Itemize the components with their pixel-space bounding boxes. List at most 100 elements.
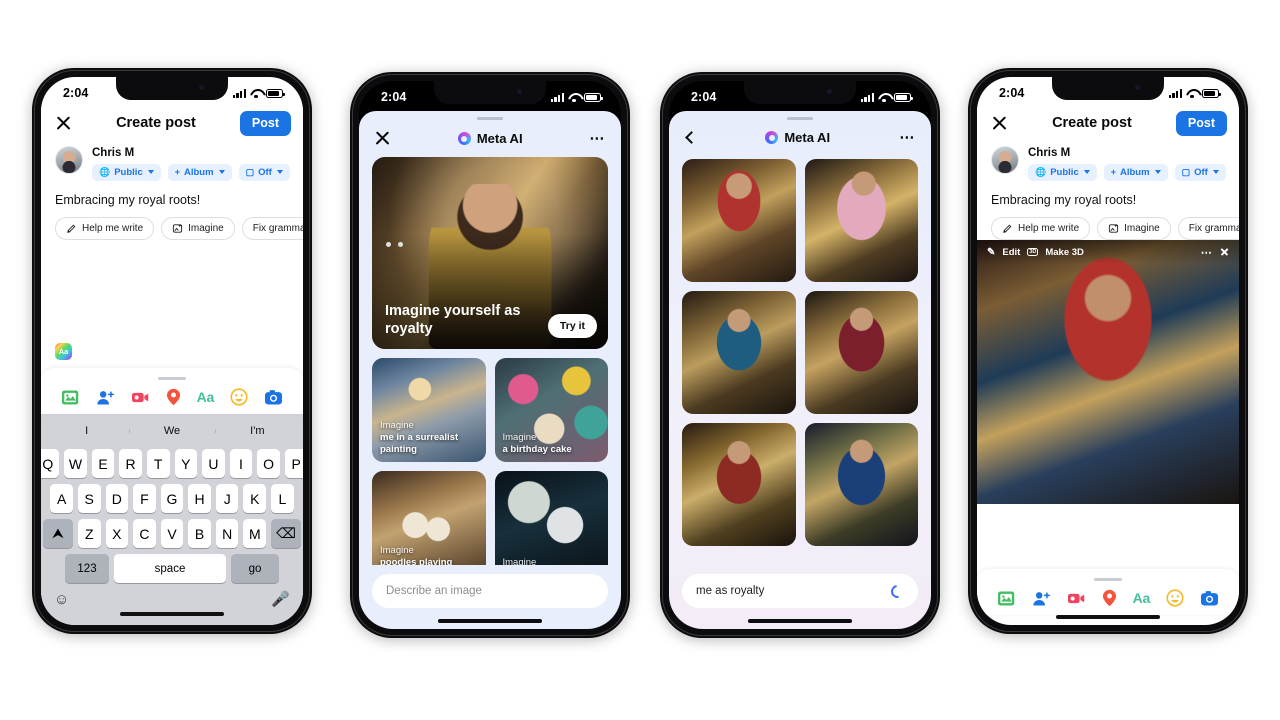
attached-image[interactable]: ✎ Edit 3D Make 3D ⋯ xyxy=(977,240,1239,504)
key-g[interactable]: G xyxy=(160,484,184,513)
camera-icon[interactable] xyxy=(1200,590,1219,607)
space-key[interactable]: space xyxy=(114,554,226,583)
key-o[interactable]: O xyxy=(257,449,280,478)
key-a[interactable]: A xyxy=(50,484,73,513)
ai-chip-imagine[interactable]: Imagine xyxy=(161,217,235,240)
ai-chip-fix-grammar[interactable]: Fix grammar xyxy=(241,217,303,240)
audience-chip-album[interactable]: + Album xyxy=(1103,163,1168,181)
more-options-icon[interactable]: ⋯ xyxy=(1201,246,1213,259)
tag-people-icon[interactable] xyxy=(1032,590,1051,607)
sheet-grabber[interactable] xyxy=(477,117,503,121)
audience-chip-public[interactable]: 🌐 Public xyxy=(1028,163,1097,181)
ai-chip-help-me-write[interactable]: Help me write xyxy=(55,217,155,240)
ai-chip-imagine[interactable]: Imagine xyxy=(1097,217,1171,240)
key-x[interactable]: X xyxy=(105,519,129,548)
back-chevron-icon[interactable] xyxy=(685,131,698,145)
ai-chip-help-me-write[interactable]: Help me write xyxy=(991,217,1091,240)
key-e[interactable]: E xyxy=(91,449,115,478)
suggestion-2[interactable]: I'm xyxy=(214,425,300,437)
emoji-icon[interactable] xyxy=(1166,589,1184,607)
key-h[interactable]: H xyxy=(188,484,211,513)
compose-body[interactable]: Aa xyxy=(41,240,303,368)
key-z[interactable]: Z xyxy=(77,519,101,548)
key-i[interactable]: I xyxy=(229,449,253,478)
try-it-button[interactable]: Try it xyxy=(547,314,597,339)
close-icon[interactable] xyxy=(374,130,391,147)
sheet-grabber[interactable] xyxy=(158,376,186,380)
tag-people-icon[interactable] xyxy=(96,389,115,406)
audience-chip-album[interactable]: + Album xyxy=(167,163,232,181)
key-k[interactable]: K xyxy=(243,484,267,513)
result-image-5[interactable] xyxy=(682,423,796,547)
result-image-4[interactable] xyxy=(804,291,918,415)
shift-icon[interactable]: ⮝ xyxy=(42,519,73,548)
3d-badge-icon[interactable]: 3D xyxy=(1027,248,1039,256)
ai-chip-fix-grammar[interactable]: Fix grammar xyxy=(1177,217,1239,240)
hero-card[interactable]: Imagine yourself as royalty Try it xyxy=(372,157,608,350)
text-style-icon[interactable]: Aa xyxy=(197,389,215,405)
video-camera-icon[interactable] xyxy=(1067,590,1086,607)
result-image-3[interactable] xyxy=(682,291,796,415)
more-options-icon[interactable]: ⋯ xyxy=(899,130,916,145)
key-d[interactable]: D xyxy=(105,484,129,513)
make-3d-label[interactable]: Make 3D xyxy=(1045,247,1084,258)
audience-chip-instagram[interactable]: ▢ Off xyxy=(238,163,290,181)
key-n[interactable]: N xyxy=(215,519,239,548)
compose-body[interactable] xyxy=(977,504,1239,569)
close-icon[interactable] xyxy=(991,115,1008,132)
photo-icon[interactable] xyxy=(997,590,1016,607)
result-image-2[interactable] xyxy=(804,159,918,283)
key-m[interactable]: M xyxy=(243,519,267,548)
suggestion-1[interactable]: We xyxy=(129,425,214,437)
text-style-icon[interactable]: Aa xyxy=(1133,590,1151,606)
pencil-icon[interactable]: ✎ xyxy=(987,247,995,258)
key-t[interactable]: T xyxy=(146,449,170,478)
more-options-icon[interactable]: ⋯ xyxy=(589,131,606,146)
emoji-key-icon[interactable]: ☺ xyxy=(54,591,69,608)
avatar[interactable] xyxy=(991,145,1019,174)
video-camera-icon[interactable] xyxy=(131,389,150,406)
post-text[interactable]: Embracing my royal roots! xyxy=(41,181,303,207)
key-b[interactable]: B xyxy=(188,519,211,548)
backspace-icon[interactable]: ⌫ xyxy=(271,519,302,548)
suggestion-card-astronaut[interactable]: Imagine xyxy=(494,471,608,565)
go-key[interactable]: go xyxy=(231,554,279,583)
prompt-input[interactable]: me as royalty xyxy=(682,574,918,608)
result-image-1[interactable] xyxy=(682,159,796,283)
sheet-grabber[interactable] xyxy=(1094,577,1122,581)
text-style-badge-icon[interactable]: Aa xyxy=(55,342,72,360)
edit-label[interactable]: Edit xyxy=(1002,247,1020,258)
numbers-key[interactable]: 123 xyxy=(65,554,109,583)
key-v[interactable]: V xyxy=(160,519,184,548)
audience-chip-public[interactable]: 🌐 Public xyxy=(92,163,161,181)
photo-icon[interactable] xyxy=(61,389,80,406)
suggestion-card-birthday-cake[interactable]: Imagine a birthday cake xyxy=(494,358,608,463)
key-j[interactable]: J xyxy=(215,484,239,513)
results-grid[interactable] xyxy=(669,155,931,547)
remove-image-icon[interactable] xyxy=(1220,248,1229,257)
key-l[interactable]: L xyxy=(271,484,294,513)
sheet-grabber[interactable] xyxy=(787,117,813,121)
audience-chip-instagram[interactable]: ▢ Off xyxy=(1174,163,1226,181)
camera-icon[interactable] xyxy=(264,389,283,406)
key-s[interactable]: S xyxy=(77,484,101,513)
key-u[interactable]: U xyxy=(202,449,225,478)
avatar[interactable] xyxy=(55,145,83,174)
key-q[interactable]: Q xyxy=(41,449,60,478)
key-r[interactable]: R xyxy=(119,449,142,478)
result-image-6[interactable] xyxy=(804,423,918,547)
key-f[interactable]: F xyxy=(133,484,156,513)
key-y[interactable]: Y xyxy=(174,449,198,478)
key-p[interactable]: P xyxy=(284,449,303,478)
suggestion-card-surrealist[interactable]: Imagine me in a surrealist painting xyxy=(372,358,486,463)
location-pin-icon[interactable] xyxy=(166,388,181,406)
post-button[interactable]: Post xyxy=(239,111,291,136)
close-icon[interactable] xyxy=(55,115,72,132)
suggestion-0[interactable]: I xyxy=(44,425,129,437)
suggestions-scroll[interactable]: Imagine yourself as royalty Try it Imagi… xyxy=(359,157,621,565)
key-w[interactable]: W xyxy=(64,449,87,478)
describe-an-image-input[interactable]: Describe an image xyxy=(372,574,608,608)
suggestion-card-poodles[interactable]: Imagine poodles playing xyxy=(372,471,486,565)
microphone-icon[interactable]: 🎤 xyxy=(271,590,290,608)
emoji-icon[interactable] xyxy=(230,388,248,406)
